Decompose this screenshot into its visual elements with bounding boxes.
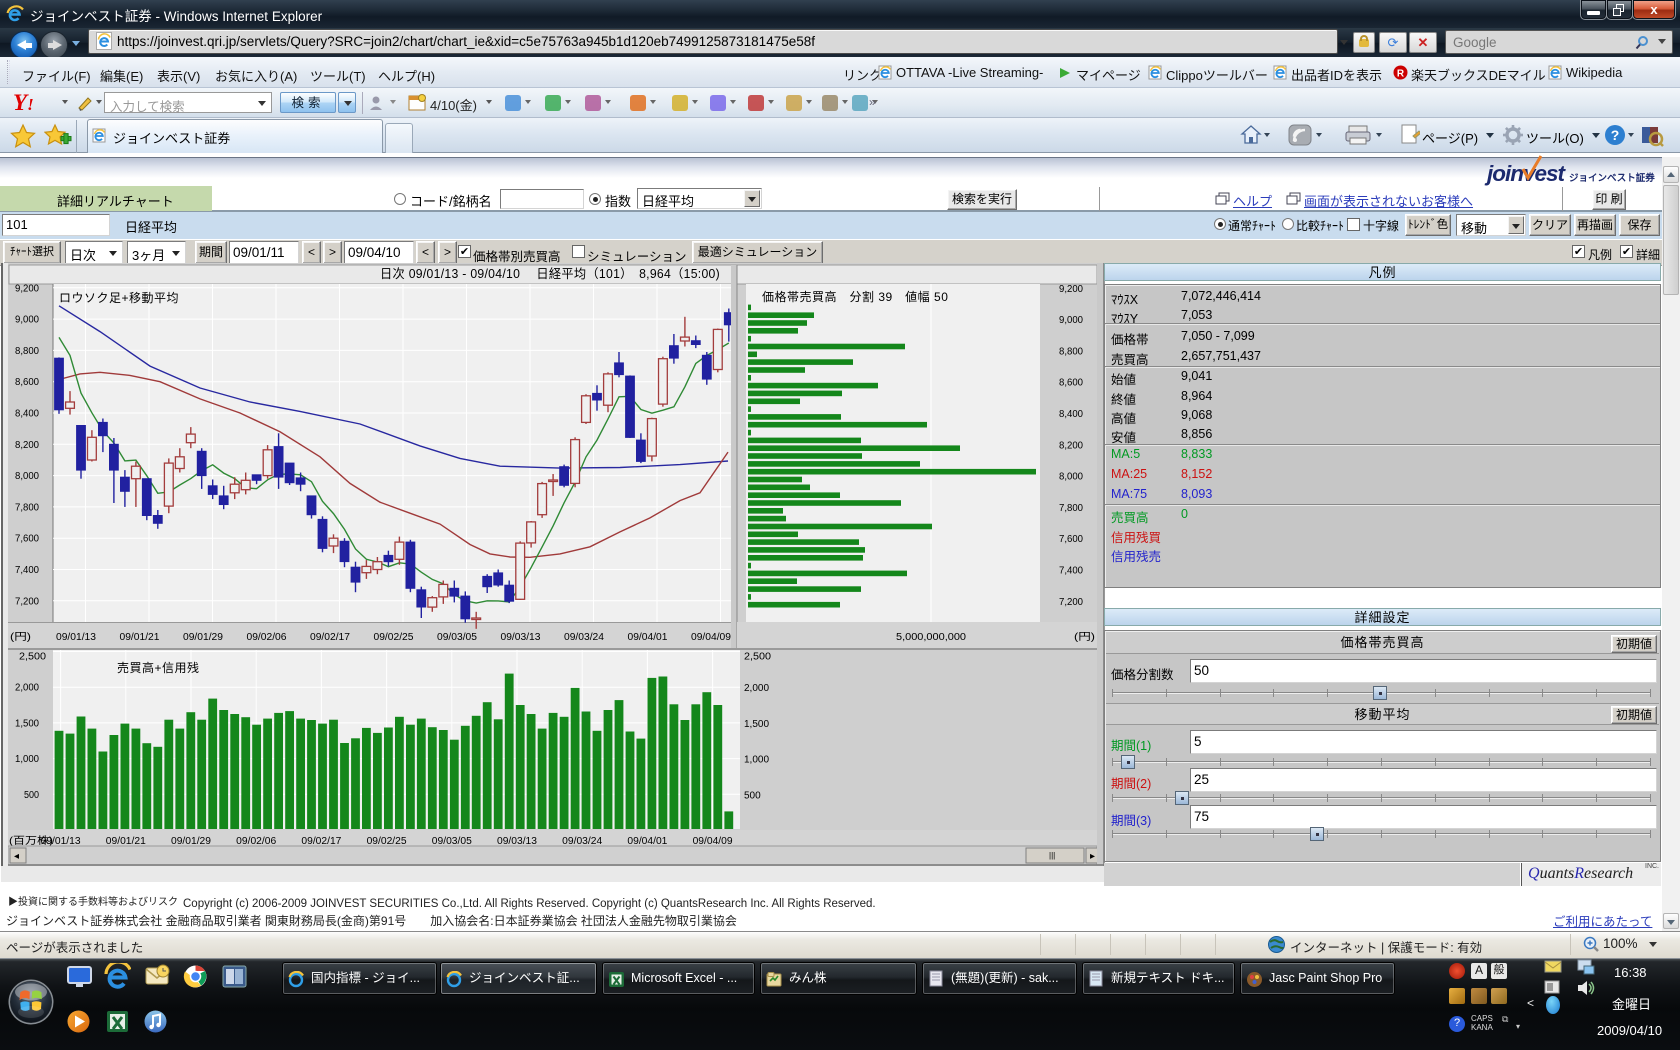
svg-text:09/03/13: 09/03/13 [497, 836, 537, 847]
svg-text:9,200: 9,200 [15, 283, 39, 294]
svg-text:7,800: 7,800 [1059, 503, 1083, 514]
svg-text:09/04/01: 09/04/01 [628, 632, 668, 643]
svg-text:R: R [1397, 69, 1405, 80]
svg-text:1,000: 1,000 [744, 755, 769, 766]
svg-text:?: ? [1611, 127, 1620, 143]
svg-text:9,000: 9,000 [1059, 315, 1083, 326]
svg-text:09/02/06: 09/02/06 [247, 632, 287, 643]
svg-text:7,200: 7,200 [15, 596, 39, 607]
svg-text:2,000: 2,000 [744, 683, 769, 694]
svg-text:09/02/25: 09/02/25 [374, 632, 414, 643]
svg-text:日次 09/01/13 - 09/04/10 日経平均（1: 日次 09/01/13 - 09/04/10 日経平均（101） 8,964（1… [380, 267, 720, 281]
svg-text:◂: ◂ [14, 851, 19, 862]
svg-text:8,400: 8,400 [1059, 409, 1083, 420]
svg-text:9,000: 9,000 [15, 315, 39, 326]
svg-text:09/01/21: 09/01/21 [120, 632, 160, 643]
svg-text:09/02/17: 09/02/17 [310, 632, 350, 643]
svg-text:7,600: 7,600 [1059, 534, 1083, 545]
svg-text:09/04/01: 09/04/01 [627, 836, 667, 847]
svg-text:1,500: 1,500 [744, 719, 769, 730]
svg-text:(円): (円) [1074, 632, 1095, 643]
svg-text:09/03/24: 09/03/24 [562, 836, 602, 847]
svg-text:8,000: 8,000 [1059, 472, 1083, 483]
svg-text:09/01/13: 09/01/13 [56, 632, 96, 643]
svg-text:8,000: 8,000 [15, 471, 39, 482]
svg-text:8,600: 8,600 [15, 377, 39, 388]
svg-text:7,200: 7,200 [1059, 597, 1083, 608]
svg-text:09/03/13: 09/03/13 [501, 632, 541, 643]
svg-text:売買高+信用残: 売買高+信用残 [117, 660, 200, 675]
svg-text:8,200: 8,200 [15, 440, 39, 451]
svg-text:1,000: 1,000 [15, 754, 39, 765]
svg-text:(円): (円) [10, 632, 31, 643]
svg-text:7,800: 7,800 [15, 502, 39, 513]
svg-text:09/02/25: 09/02/25 [367, 836, 407, 847]
svg-text:ロウソク足+移動平均: ロウソク足+移動平均 [59, 291, 179, 305]
svg-text:09/03/24: 09/03/24 [564, 632, 604, 643]
svg-text:8,800: 8,800 [15, 346, 39, 357]
svg-text:09/03/05: 09/03/05 [437, 632, 477, 643]
svg-text:▸: ▸ [1090, 851, 1095, 862]
svg-text:09/02/17: 09/02/17 [301, 836, 341, 847]
svg-text:1,500: 1,500 [15, 718, 39, 729]
svg-text:09/04/09: 09/04/09 [693, 836, 733, 847]
svg-text:7,400: 7,400 [1059, 566, 1083, 577]
svg-text:09/01/21: 09/01/21 [106, 836, 146, 847]
svg-text:2,500: 2,500 [744, 652, 771, 663]
svg-text:500: 500 [24, 790, 39, 801]
svg-text:8,600: 8,600 [1059, 378, 1083, 389]
svg-text:09/03/05: 09/03/05 [432, 836, 472, 847]
svg-text:09/01/29: 09/01/29 [183, 632, 223, 643]
svg-text:価格帯売買高 分割 39 値幅 50: 価格帯売買高 分割 39 値幅 50 [762, 289, 948, 304]
svg-text:500: 500 [744, 790, 761, 801]
svg-text:|||: ||| [1049, 851, 1055, 860]
svg-text:8,400: 8,400 [15, 409, 39, 420]
svg-text:2,500: 2,500 [19, 652, 46, 663]
svg-text:7,600: 7,600 [15, 534, 39, 545]
svg-text:2,000: 2,000 [15, 683, 39, 694]
svg-text:09/01/29: 09/01/29 [171, 836, 211, 847]
svg-text:(百万株): (百万株) [9, 834, 53, 847]
svg-text:8,800: 8,800 [1059, 346, 1083, 357]
svg-text:5,000,000,000: 5,000,000,000 [896, 632, 966, 643]
svg-text:09/04/09: 09/04/09 [691, 632, 731, 643]
svg-text:9,200: 9,200 [1059, 284, 1083, 295]
svg-text:8,200: 8,200 [1059, 440, 1083, 451]
svg-text:09/02/06: 09/02/06 [236, 836, 276, 847]
svg-text:7,400: 7,400 [15, 565, 39, 576]
